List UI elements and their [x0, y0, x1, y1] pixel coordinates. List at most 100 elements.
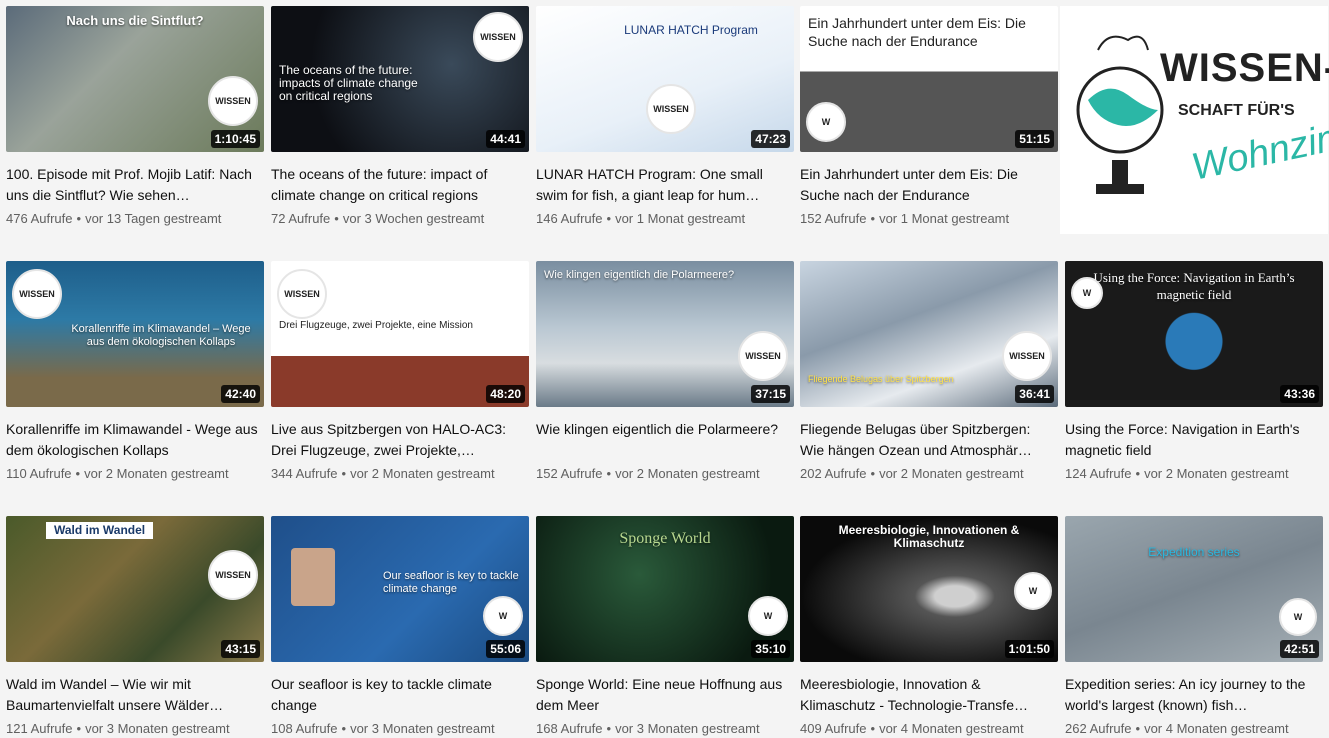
view-count: 152 Aufrufe	[800, 211, 867, 226]
video-title[interactable]: Expedition series: An icy journey to the…	[1065, 674, 1327, 716]
video-thumbnail[interactable]: LUNAR HATCH Program WISSEN 47:23	[536, 6, 794, 152]
video-title[interactable]: LUNAR HATCH Program: One small swim for …	[536, 164, 798, 206]
video-meta: 168 Aufrufe • vor 3 Monaten gestreamt	[536, 721, 760, 736]
globe-icon	[1076, 35, 1164, 194]
video-card[interactable]: Drei Flugzeuge, zwei Projekte, eine Miss…	[271, 261, 533, 481]
view-count: 146 Aufrufe	[536, 211, 603, 226]
view-count: 344 Aufrufe	[271, 466, 338, 481]
channel-logo-icon: WISSEN	[473, 12, 523, 62]
thumbnail-text: LUNAR HATCH Program	[624, 23, 758, 37]
duration-badge: 37:15	[751, 385, 790, 403]
video-title[interactable]: Ein Jahrhundert unter dem Eis: Die Suche…	[800, 164, 1062, 206]
video-title[interactable]: Wie klingen eigentlich die Polarmeere?	[536, 419, 798, 461]
video-title[interactable]: Our seafloor is key to tackle climate ch…	[271, 674, 533, 716]
duration-badge: 43:36	[1280, 385, 1319, 403]
duration-badge: 48:20	[486, 385, 525, 403]
video-card[interactable]: LUNAR HATCH Program WISSEN 47:23 LUNAR H…	[536, 6, 798, 226]
video-meta: 146 Aufrufe • vor 1 Monat gestreamt	[536, 211, 746, 226]
video-title[interactable]: Sponge World: Eine neue Hoffnung aus dem…	[536, 674, 798, 716]
video-thumbnail[interactable]: Drei Flugzeuge, zwei Projekte, eine Miss…	[271, 261, 529, 407]
video-thumbnail[interactable]: Ein Jahrhundert unter dem Eis: Die Suche…	[800, 6, 1058, 152]
video-card[interactable]: The oceans of the future: impacts of cli…	[271, 6, 533, 226]
video-title[interactable]: 100. Episode mit Prof. Mojib Latif: Nach…	[6, 164, 268, 206]
thumbnail-text: Wie klingen eigentlich die Polarmeere?	[544, 269, 735, 281]
thumbnail-text: Expedition series	[1148, 545, 1240, 559]
video-card[interactable]: Our seafloor is key to tackle climate ch…	[271, 516, 533, 736]
duration-badge: 42:51	[1280, 640, 1319, 658]
video-meta: 262 Aufrufe • vor 4 Monaten gestreamt	[1065, 721, 1289, 736]
video-title[interactable]: Live aus Spitzbergen von HALO-AC3: Drei …	[271, 419, 533, 461]
stream-date: vor 2 Monaten gestreamt	[615, 466, 760, 481]
thumbnail-text: The oceans of the future: impacts of cli…	[279, 63, 418, 103]
video-thumbnail[interactable]: Wie klingen eigentlich die Polarmeere? W…	[536, 261, 794, 407]
view-count: 110 Aufrufe	[6, 466, 72, 481]
video-card[interactable]: Wie klingen eigentlich die Polarmeere? W…	[536, 261, 798, 481]
stream-date: vor 3 Monaten gestreamt	[615, 721, 760, 736]
brand-line-2: SCHAFT FÜR'S	[1178, 102, 1295, 119]
video-title[interactable]: The oceans of the future: impact of clim…	[271, 164, 533, 206]
channel-logo-icon: WISSEN	[208, 550, 258, 600]
video-meta: 152 Aufrufe • vor 2 Monaten gestreamt	[536, 466, 760, 481]
video-card[interactable]: Using the Force: Navigation in Earth’s m…	[1065, 261, 1327, 481]
stream-date: vor 3 Wochen gestreamt	[342, 211, 485, 226]
view-count: 202 Aufrufe	[800, 466, 867, 481]
channel-logo-icon: W	[483, 596, 523, 636]
thumbnail-text: Our seafloor is key to tackle climate ch…	[383, 570, 519, 595]
thumbnail-text: Drei Flugzeuge, zwei Projekte, eine Miss…	[279, 320, 473, 331]
thumbnail-text: Using the Force: Navigation in Earth’s m…	[1093, 270, 1295, 302]
thumbnail-text: Ein Jahrhundert unter dem Eis: Die Suche…	[808, 15, 1026, 49]
view-count: 168 Aufrufe	[536, 721, 603, 736]
thumbnail-text: Korallenriffe im Klimawandel – Wege aus …	[71, 323, 251, 348]
duration-badge: 55:06	[486, 640, 525, 658]
video-title[interactable]: Wald im Wandel – Wie wir mit Baumartenvi…	[6, 674, 268, 716]
channel-logo-icon: WISSEN	[738, 331, 788, 381]
channel-logo-icon: WISSEN	[208, 76, 258, 126]
duration-badge: 51:15	[1015, 130, 1054, 148]
video-thumbnail[interactable]: Fliegende Belugas über Spitzbergen WISSE…	[800, 261, 1058, 407]
thumbnail-text: Meeresbiologie, Innovationen & Klimaschu…	[838, 523, 1020, 550]
stream-date: vor 13 Tagen gestreamt	[85, 211, 222, 226]
video-card[interactable]: Ein Jahrhundert unter dem Eis: Die Suche…	[800, 6, 1062, 226]
video-card[interactable]: Nach uns die Sintflut? WISSEN 1:10:45 10…	[6, 6, 268, 226]
view-count: 108 Aufrufe	[271, 721, 338, 736]
channel-logo-icon: WISSEN	[646, 84, 696, 134]
view-count: 262 Aufrufe	[1065, 721, 1132, 736]
channel-logo-icon: W	[1071, 277, 1103, 309]
video-thumbnail[interactable]: Korallenriffe im Klimawandel – Wege aus …	[6, 261, 264, 407]
duration-badge: 43:15	[221, 640, 260, 658]
video-thumbnail[interactable]: Nach uns die Sintflut? WISSEN 1:10:45	[6, 6, 264, 152]
video-title[interactable]: Korallenriffe im Klimawandel - Wege aus …	[6, 419, 268, 461]
channel-logo-panel: WISSEN- SCHAFT FÜR'S Wohnzimmer	[1060, 6, 1329, 234]
video-thumbnail[interactable]: Sponge World W 35:10	[536, 516, 794, 662]
video-meta: 202 Aufrufe • vor 2 Monaten gestreamt	[800, 466, 1024, 481]
video-title[interactable]: Meeresbiologie, Innovation & Klimaschutz…	[800, 674, 1062, 716]
thumbnail-text: Nach uns die Sintflut?	[66, 13, 204, 28]
view-count: 72 Aufrufe	[271, 211, 331, 226]
video-card[interactable]: Korallenriffe im Klimawandel – Wege aus …	[6, 261, 268, 481]
stream-date: vor 2 Monaten gestreamt	[1144, 466, 1289, 481]
video-title[interactable]: Fliegende Belugas über Spitzbergen: Wie …	[800, 419, 1062, 461]
video-meta: 152 Aufrufe • vor 1 Monat gestreamt	[800, 211, 1010, 226]
duration-badge: 36:41	[1015, 385, 1054, 403]
stream-date: vor 2 Monaten gestreamt	[84, 466, 229, 481]
view-count: 121 Aufrufe	[6, 721, 73, 736]
video-thumbnail[interactable]: Wald im Wandel WISSEN 43:15	[6, 516, 264, 662]
video-thumbnail[interactable]: Using the Force: Navigation in Earth’s m…	[1065, 261, 1323, 407]
thumbnail-text: Wald im Wandel	[46, 522, 154, 539]
video-title[interactable]: Using the Force: Navigation in Earth's m…	[1065, 419, 1327, 461]
stream-date: vor 2 Monaten gestreamt	[350, 466, 495, 481]
video-card[interactable]: Fliegende Belugas über Spitzbergen WISSE…	[800, 261, 1062, 481]
channel-logo-icon: W	[806, 102, 846, 142]
stream-date: vor 4 Monaten gestreamt	[1144, 721, 1289, 736]
channel-logo-icon: WISSEN	[277, 269, 327, 319]
view-count: 476 Aufrufe	[6, 211, 73, 226]
video-card[interactable]: Meeresbiologie, Innovationen & Klimaschu…	[800, 516, 1062, 736]
video-thumbnail[interactable]: Meeresbiologie, Innovationen & Klimaschu…	[800, 516, 1058, 662]
stream-date: vor 1 Monat gestreamt	[615, 211, 746, 226]
video-thumbnail[interactable]: Our seafloor is key to tackle climate ch…	[271, 516, 529, 662]
video-card[interactable]: Wald im Wandel WISSEN 43:15 Wald im Wand…	[6, 516, 268, 736]
video-card[interactable]: Expedition series W 42:51 Expedition ser…	[1065, 516, 1327, 736]
video-card[interactable]: Sponge World W 35:10 Sponge World: Eine …	[536, 516, 798, 736]
video-thumbnail[interactable]: The oceans of the future: impacts of cli…	[271, 6, 529, 152]
video-thumbnail[interactable]: Expedition series W 42:51	[1065, 516, 1323, 662]
